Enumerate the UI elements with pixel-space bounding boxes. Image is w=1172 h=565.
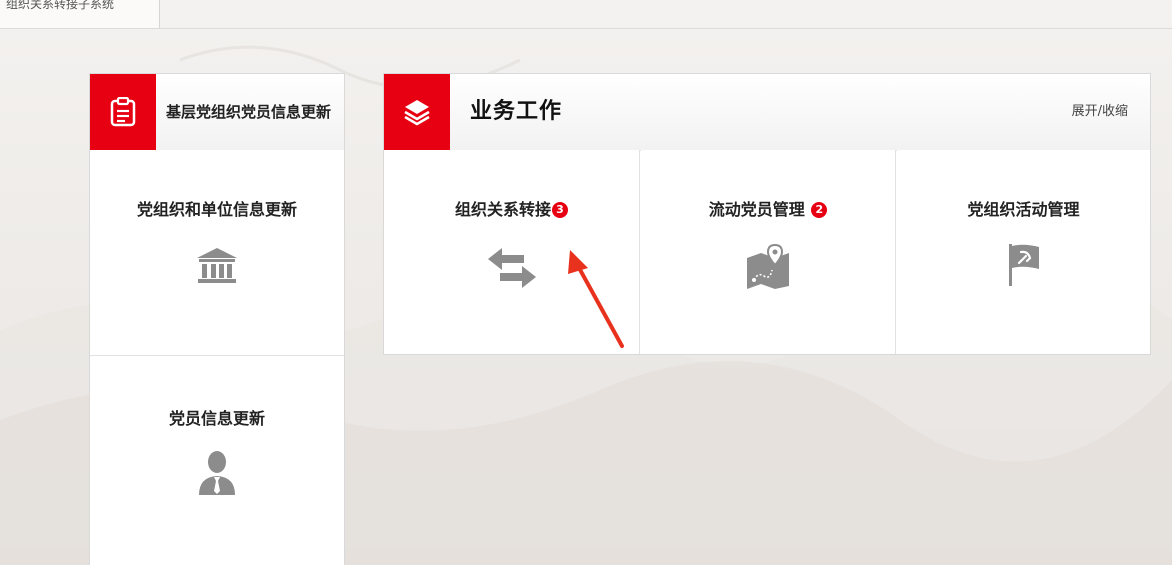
top-bar: 组织关系转接子系统 xyxy=(0,0,1172,29)
business-work-panel-title: 业务工作 xyxy=(470,99,563,124)
transfer-arrows-icon xyxy=(486,246,538,294)
layers-icon xyxy=(384,74,450,150)
notification-badge: 3 xyxy=(552,202,568,218)
system-tab-label: 组织关系转接子系统 xyxy=(6,0,115,11)
system-tab[interactable]: 组织关系转接子系统 xyxy=(0,0,160,28)
bank-building-icon xyxy=(195,246,239,290)
mobile-member-management-card[interactable]: 流动党员管理 2 xyxy=(641,150,896,354)
org-relation-transfer-label: 组织关系转接 xyxy=(454,200,551,219)
mobile-member-management-label: 流动党员管理 xyxy=(708,200,805,219)
person-tie-icon xyxy=(197,449,237,501)
business-work-panel: 业务工作 展开/收缩 组织关系转接 3 流动党员管理 2 党组织活动管理 xyxy=(383,73,1151,355)
map-pin-icon xyxy=(744,242,792,294)
mobile-member-management-title: 流动党员管理 2 xyxy=(641,196,895,220)
clipboard-icon xyxy=(90,74,156,150)
member-info-panel-title: 基层党组织党员信息更新 xyxy=(166,103,332,121)
annotation-arrow-icon xyxy=(568,250,624,348)
member-info-panel-header: 基层党组织党员信息更新 xyxy=(90,74,344,151)
org-unit-info-update-card[interactable]: 党组织和单位信息更新 xyxy=(90,150,344,356)
org-activity-management-label: 党组织活动管理 xyxy=(967,200,1080,219)
org-activity-management-card[interactable]: 党组织活动管理 xyxy=(897,150,1150,354)
member-info-panel: 基层党组织党员信息更新 党组织和单位信息更新 党员信息更新 xyxy=(89,73,345,565)
notification-badge: 2 xyxy=(811,202,828,218)
member-info-update-card[interactable]: 党员信息更新 xyxy=(90,357,344,565)
org-relation-transfer-title: 组织关系转接 3 xyxy=(384,196,639,220)
member-info-update-label: 党员信息更新 xyxy=(168,409,265,428)
org-unit-info-update-label: 党组织和单位信息更新 xyxy=(136,200,297,219)
business-work-panel-header: 业务工作 展开/收缩 xyxy=(384,74,1150,151)
expand-collapse-toggle[interactable]: 展开/收缩 xyxy=(1072,74,1128,150)
party-flag-icon xyxy=(1006,242,1042,292)
